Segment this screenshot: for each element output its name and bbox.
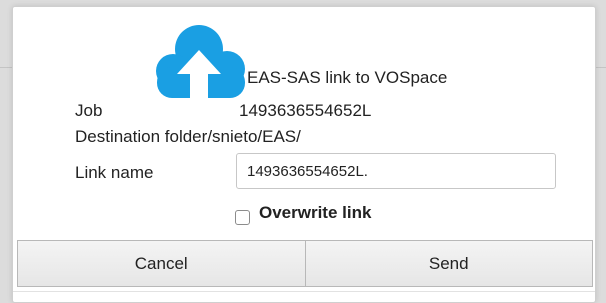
link-dialog: EAS-SAS link to VOSpace Job 149363655465…: [12, 6, 596, 303]
job-row: Job 1493636554652L: [75, 101, 371, 121]
overwrite-label[interactable]: Overwrite link: [259, 203, 371, 223]
link-name-label: Link name: [75, 163, 154, 182]
link-name-input[interactable]: [236, 153, 556, 189]
dialog-buttons: Cancel Send: [17, 240, 593, 287]
backdrop-divider: [596, 67, 606, 68]
overwrite-checkbox[interactable]: [235, 210, 250, 225]
dialog-footer-strip: [13, 291, 595, 303]
send-button[interactable]: Send: [304, 240, 593, 287]
dialog-title: EAS-SAS link to VOSpace: [247, 68, 448, 87]
backdrop-divider: [0, 67, 12, 68]
destination-row: Destination folder/snieto/EAS/: [75, 127, 301, 147]
job-label: Job: [75, 101, 103, 120]
cancel-button[interactable]: Cancel: [17, 240, 306, 287]
cloud-upload-icon: [156, 25, 245, 99]
destination-value: /snieto/EAS/: [207, 127, 301, 146]
link-name-row: Link name: [75, 163, 153, 183]
dialog-header: EAS-SAS link to VOSpace: [13, 23, 595, 103]
job-value: 1493636554652L: [239, 101, 372, 120]
destination-label: Destination folder: [75, 127, 208, 146]
